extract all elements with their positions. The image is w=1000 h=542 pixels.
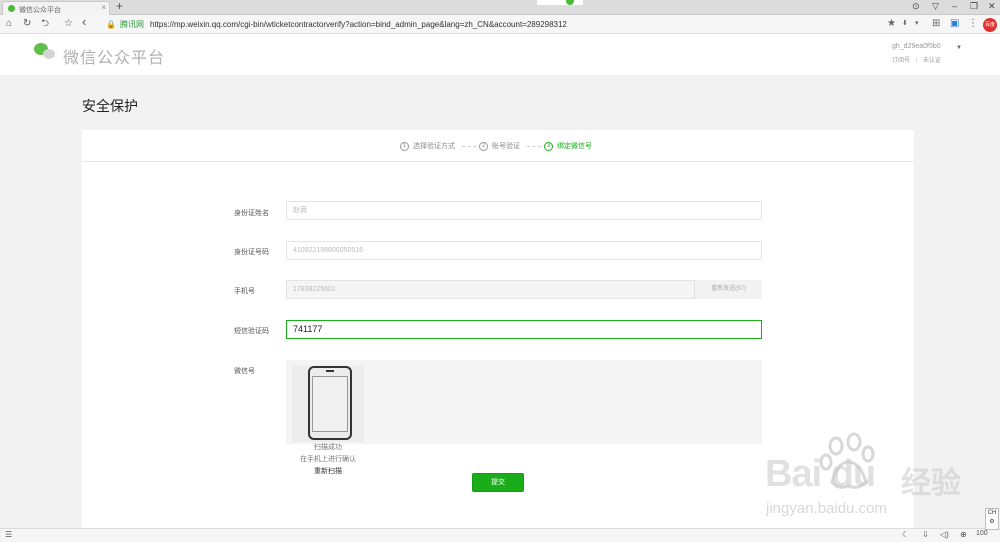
new-tab-button[interactable]: + [116, 0, 123, 13]
scan-success-text: 扫描成功 [314, 444, 342, 451]
phone-input: 17838225601 [286, 280, 762, 299]
resend-sms-button[interactable]: 重新发送(57) [694, 280, 762, 299]
step-divider [527, 146, 541, 147]
id-number-label: 身份证号码 [234, 249, 269, 256]
rescan-link[interactable]: 重新扫描 [286, 466, 370, 476]
id-name-label: 身份证姓名 [234, 210, 269, 217]
dropdown-chevron-icon[interactable]: ▾ [915, 17, 919, 31]
phone-label: 手机号 [234, 288, 255, 295]
submit-button[interactable]: 提交 [472, 473, 524, 492]
close-window-button[interactable]: ✕ [988, 1, 996, 12]
ime-gear-icon: ⚙ [989, 519, 995, 525]
home-icon[interactable]: ⌂ [6, 17, 12, 31]
volume-icon[interactable]: ◁) [940, 530, 949, 539]
reload-icon[interactable]: ↻ [23, 17, 31, 31]
jingyan-watermark-text: 经验 [901, 467, 961, 500]
sidebar-toggle-icon[interactable]: ☰ [5, 530, 12, 539]
zoom-level[interactable]: 100 [976, 530, 988, 537]
baidu-watermark-text: Bai du [765, 453, 876, 495]
browser-tab-bar: 微信公众平台 × + ⊙ ▽ – ❐ ✕ [0, 0, 1000, 15]
minimize-button[interactable]: – [952, 1, 957, 11]
step-divider [462, 146, 476, 147]
step-label: 账号验证 [492, 143, 520, 150]
browser-nav-bar: ⌂ ↻ ⮌ ☆ ‹ 🔒 腾讯网 https://mp.weixin.qq.com/c… [0, 15, 1000, 34]
maximize-button[interactable]: ❐ [970, 1, 978, 12]
account-separator: | [915, 58, 918, 64]
wechat-label: 微信号 [234, 368, 255, 375]
window-shield-icon[interactable]: ▽ [932, 1, 939, 12]
phone-notch [326, 370, 334, 372]
phone-screen [312, 376, 348, 432]
site-header: 微信公众平台 gh_d29ea0f5b0 ▼ 订阅号 | 未认证 [0, 35, 1000, 75]
account-name[interactable]: gh_d29ea0f5b0 [892, 43, 941, 50]
menu-icon[interactable]: ⋮ [968, 17, 978, 31]
url-text: https://mp.weixin.qq.com/cgi-bin/wticket… [149, 20, 567, 29]
step-1: 1 选择验证方式 [400, 141, 455, 151]
download-icon[interactable]: ⇩ [922, 530, 929, 539]
baidu-badge-icon[interactable]: 百度 [983, 18, 997, 32]
step-num: 3 [544, 141, 553, 151]
tab-title: 微信公众平台 [19, 7, 61, 14]
apps-grid-icon[interactable]: ⊞ [932, 17, 940, 31]
browser-status-bar: ☰ ☾ ⇩ ◁) ⊕ 100 [0, 528, 1000, 542]
sms-code-label: 短信验证码 [234, 328, 269, 335]
site-logo-text[interactable]: 微信公众平台 [63, 44, 165, 68]
scan-confirm-text: 在手机上进行确认 [300, 456, 356, 463]
id-number-input[interactable]: 410922198806050516 [286, 241, 762, 260]
watermark-url: jingyan.baidu.com [766, 500, 887, 517]
ime-indicator[interactable]: CH ⚙ [985, 508, 999, 530]
wechat-logo-icon [34, 43, 56, 63]
step-3: 3 绑定微信号 [544, 141, 592, 151]
address-bar[interactable]: 🔒 腾讯网 https://mp.weixin.qq.com/cgi-bin/wti… [106, 17, 876, 32]
ime-label: CH [987, 510, 997, 516]
history-back-icon[interactable]: ⮌ [41, 17, 49, 31]
page-title: 安全保护 [82, 98, 138, 114]
account-dropdown-icon[interactable]: ▼ [956, 45, 962, 51]
zoom-icon[interactable]: ⊕ [960, 530, 967, 539]
step-num: 2 [479, 141, 488, 151]
sms-code-input[interactable]: 741177 [286, 320, 762, 339]
step-num: 1 [400, 141, 409, 151]
download-popup [536, 0, 584, 6]
wechat-favicon-icon [8, 5, 15, 12]
back-arrow-icon[interactable]: ‹ [82, 15, 86, 29]
bookmark-star-icon[interactable]: ★ [887, 17, 896, 31]
account-status: 未认证 [922, 58, 941, 64]
tab-close-icon[interactable]: × [101, 3, 106, 12]
site-tag: 腾讯网 [119, 20, 144, 29]
step-2: 2 账号验证 [479, 141, 520, 151]
window-pin-icon[interactable]: ⊙ [912, 1, 920, 12]
step-indicator: 1 选择验证方式 2 账号验证 3 绑定微信号 [82, 130, 914, 162]
night-mode-icon[interactable]: ☾ [902, 530, 909, 539]
account-type: 订阅号 [892, 58, 911, 64]
browser-tab[interactable]: 微信公众平台 × [2, 1, 110, 15]
extension-icon[interactable]: ⬇ [902, 17, 908, 31]
id-name-input[interactable]: 赵薇 [286, 201, 762, 220]
step-label: 选择验证方式 [413, 143, 455, 150]
account-meta: 订阅号 | 未认证 [892, 55, 941, 64]
lock-icon: 🔒 [106, 20, 116, 29]
favorite-star-icon[interactable]: ☆ [64, 17, 73, 31]
account-icon[interactable]: ▣ [950, 17, 959, 31]
step-label: 绑定微信号 [557, 143, 592, 150]
